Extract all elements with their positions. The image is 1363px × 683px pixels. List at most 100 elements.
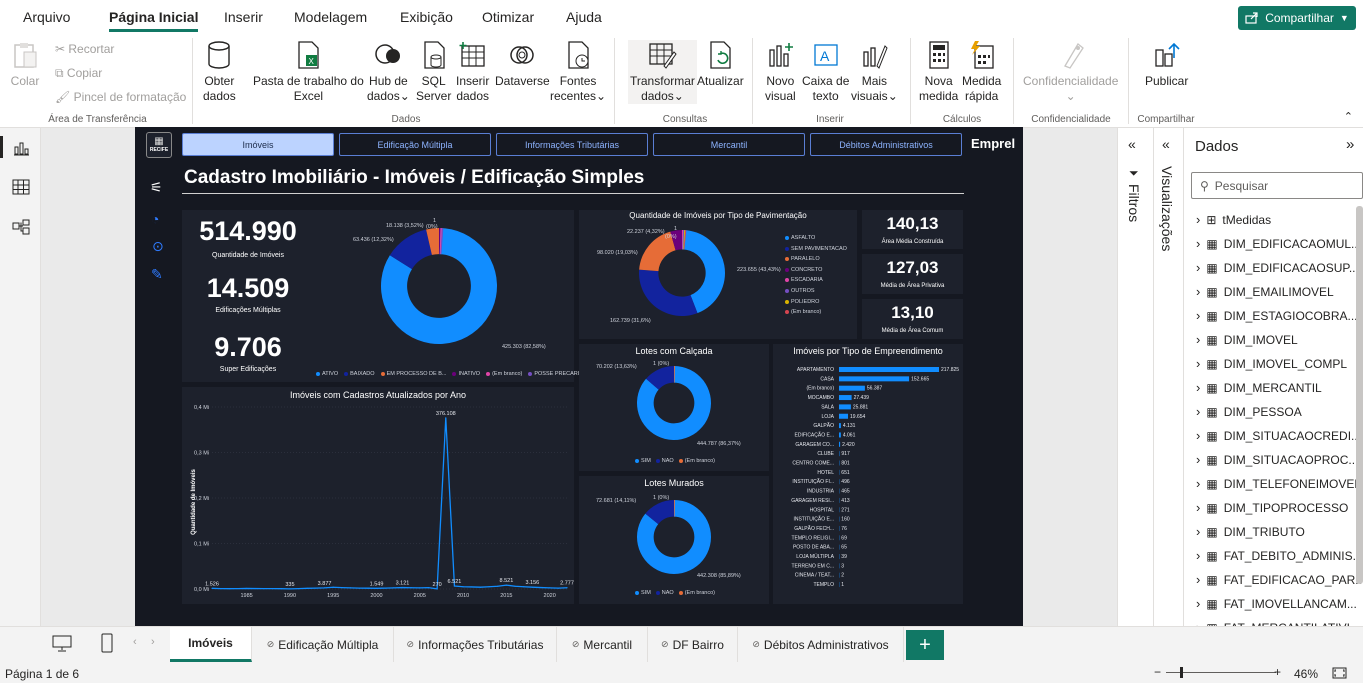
- tab-imoveis[interactable]: Imóveis: [182, 133, 334, 156]
- line-point[interactable]: [566, 587, 568, 589]
- line-point[interactable]: [263, 587, 265, 590]
- confidentiality-button[interactable]: Confidencialidade ⌄: [1023, 40, 1118, 104]
- tab-mercantil[interactable]: Mercantil: [653, 133, 805, 156]
- legend-item[interactable]: SIM: [635, 590, 651, 596]
- line-point[interactable]: [272, 588, 274, 590]
- field-table-item[interactable]: › ▦ DIM_EMAILIMOVEL: [1196, 284, 1334, 299]
- bar[interactable]: [839, 376, 910, 382]
- line-point[interactable]: [341, 587, 343, 589]
- copy-button[interactable]: ⧉ Copiar: [55, 66, 102, 81]
- paste-button[interactable]: Colar: [10, 40, 40, 89]
- field-table-item[interactable]: › ▦ DIM_IMOVEL: [1196, 332, 1298, 347]
- line-point[interactable]: [297, 588, 300, 590]
- line-point[interactable]: [228, 588, 230, 590]
- field-table-item[interactable]: › ⊞ tMedidas: [1196, 212, 1271, 227]
- sliders-icon[interactable]: ⚟: [150, 179, 163, 196]
- format-painter-button[interactable]: 🖌 Pincel de formatação: [55, 90, 186, 104]
- menu-ajuda[interactable]: Ajuda: [566, 9, 602, 25]
- line-point[interactable]: [254, 587, 256, 590]
- field-table-item[interactable]: › ▦ DIM_EDIFICACAOSUP...: [1196, 260, 1359, 275]
- zoom-slider-thumb[interactable]: [1180, 667, 1183, 678]
- page-tab[interactable]: ⊘ Edificação Múltipla: [252, 627, 394, 662]
- calcada-donut-chart[interactable]: [635, 364, 713, 442]
- page-tab[interactable]: ⊘ Informações Tributárias: [394, 627, 557, 662]
- visualizations-pane[interactable]: « Visualizações: [1153, 128, 1183, 626]
- more-visuals-button[interactable]: Mais visuais⌄: [851, 40, 898, 104]
- pie-chart-icon[interactable]: ◔: [151, 211, 159, 227]
- bar[interactable]: [839, 413, 849, 419]
- field-table-item[interactable]: › ▦ DIM_TELEFONEIMOVEL: [1196, 476, 1361, 491]
- line-point[interactable]: [280, 588, 282, 590]
- empreendimento-bar-chart[interactable]: APARTAMENTO 217.825 CASA 152.665 (Em branco)…: [773, 344, 963, 604]
- legend-item[interactable]: ATIVO: [316, 371, 338, 377]
- data-hub-button[interactable]: Hub de dados⌄: [367, 40, 410, 104]
- line-point[interactable]: [410, 587, 412, 589]
- legend-item[interactable]: POSSE PRECARIA: [528, 371, 583, 377]
- line-point[interactable]: [306, 587, 308, 589]
- line-point[interactable]: [289, 588, 291, 590]
- new-visual-button[interactable]: Novo visual: [765, 40, 796, 104]
- expand-data-icon[interactable]: »: [1346, 136, 1354, 153]
- collapse-viz-icon[interactable]: «: [1162, 136, 1170, 152]
- scroll-left-icon[interactable]: ‹: [133, 636, 137, 648]
- report-view-icon[interactable]: [12, 140, 30, 156]
- new-measure-button[interactable]: Nova medida: [919, 40, 958, 104]
- line-point[interactable]: [323, 587, 326, 589]
- line-point[interactable]: [401, 586, 404, 589]
- line-point[interactable]: [523, 586, 525, 588]
- bar[interactable]: [839, 367, 939, 372]
- transform-data-button[interactable]: Transformar dados⌄: [628, 40, 697, 104]
- line-series[interactable]: [211, 417, 568, 590]
- bar[interactable]: [839, 432, 841, 438]
- edit-icon[interactable]: ✎: [151, 266, 163, 283]
- field-table-item[interactable]: › ▦ DIM_IMOVEL_COMPL: [1196, 356, 1347, 371]
- line-point[interactable]: [479, 586, 482, 588]
- map-pin-icon[interactable]: ⊙: [152, 238, 164, 255]
- menu-otimizar[interactable]: Otimizar: [482, 9, 534, 25]
- legend-item[interactable]: EM PROCESSO DE B...: [380, 371, 446, 377]
- legend-item[interactable]: SIM: [635, 458, 651, 464]
- line-point[interactable]: [531, 586, 533, 588]
- legend-item[interactable]: BAIXADO: [344, 371, 375, 377]
- tab-debitos-administrativos[interactable]: Débitos Administrativos: [810, 133, 962, 156]
- line-point[interactable]: [514, 585, 516, 587]
- insert-data-button[interactable]: Inserir dados: [456, 40, 489, 104]
- legend-item[interactable]: (Em branco): [785, 309, 847, 315]
- line-point[interactable]: [505, 584, 507, 586]
- line-point[interactable]: [427, 587, 430, 589]
- scrollbar[interactable]: [1356, 206, 1363, 584]
- recent-sources-button[interactable]: Fontes recentes⌄: [550, 40, 606, 104]
- legend-item[interactable]: PARALELO: [785, 256, 847, 262]
- line-point[interactable]: [497, 585, 499, 587]
- desktop-layout-icon[interactable]: [52, 635, 72, 653]
- table-view-icon[interactable]: [12, 179, 30, 195]
- line-point[interactable]: [445, 417, 447, 419]
- field-table-item[interactable]: › ▦ FAT_DEBITO_ADMINIS...: [1196, 548, 1363, 563]
- quick-measure-button[interactable]: Medida rápida: [962, 40, 1001, 104]
- paving-slice[interactable]: [639, 269, 698, 316]
- bar[interactable]: [839, 423, 841, 429]
- legend-item[interactable]: POLIEDRO: [785, 299, 847, 305]
- collapse-filters-icon[interactable]: «: [1128, 136, 1136, 152]
- line-point[interactable]: [384, 587, 386, 589]
- line-point[interactable]: [540, 586, 542, 589]
- excel-button[interactable]: X Pasta de trabalho do Excel: [253, 40, 364, 104]
- legend-item[interactable]: SEM PAVIMENTACAO: [785, 246, 847, 252]
- mobile-layout-icon[interactable]: [101, 633, 113, 653]
- legend-item[interactable]: ESCADARIA: [785, 277, 847, 283]
- field-table-item[interactable]: › ▦ DIM_PESSOA: [1196, 404, 1302, 419]
- page-tab[interactable]: Imóveis: [170, 627, 252, 662]
- field-table-item[interactable]: › ▦ DIM_EDIFICACAOMUL...: [1196, 236, 1361, 251]
- line-chart[interactable]: 0,0 Mi 0,1 Mi 0,2 Mi 0,3 Mi 0,4 Mi 1985 1990 19…: [182, 387, 574, 604]
- line-point[interactable]: [471, 586, 473, 588]
- line-point[interactable]: [358, 587, 360, 589]
- collapse-ribbon-icon[interactable]: ⌃: [1344, 110, 1353, 123]
- legend-item[interactable]: NAO: [655, 458, 674, 464]
- line-point[interactable]: [367, 587, 369, 589]
- line-point[interactable]: [393, 587, 395, 589]
- line-point[interactable]: [453, 585, 456, 587]
- refresh-button[interactable]: Atualizar: [697, 40, 744, 89]
- line-point[interactable]: [557, 587, 559, 589]
- line-point[interactable]: [315, 587, 317, 589]
- line-point[interactable]: [332, 586, 334, 588]
